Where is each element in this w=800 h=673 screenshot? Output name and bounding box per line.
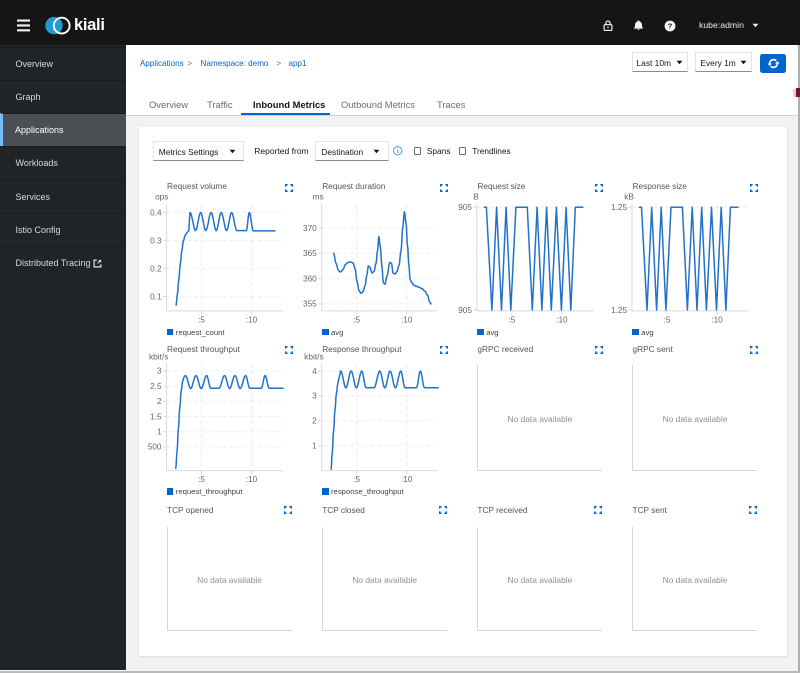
svg-text:0.2: 0.2	[150, 264, 162, 273]
svg-text:370: 370	[303, 224, 317, 233]
svg-text:365: 365	[303, 249, 317, 258]
svg-text:1: 1	[312, 442, 317, 451]
svg-text:355: 355	[303, 300, 317, 309]
svg-text:3: 3	[157, 367, 162, 376]
svg-text:2: 2	[157, 397, 162, 406]
svg-text::10: :10	[246, 475, 258, 484]
svg-text::10: :10	[556, 315, 568, 324]
svg-text:905: 905	[458, 203, 472, 212]
svg-text:2: 2	[312, 417, 317, 426]
svg-text::10: :10	[401, 315, 413, 324]
svg-text:kbit/s: kbit/s	[304, 352, 324, 362]
svg-text::10: :10	[401, 475, 413, 484]
svg-text:0.3: 0.3	[150, 236, 162, 245]
svg-text:ops: ops	[155, 192, 169, 202]
svg-text:kB: kB	[624, 192, 634, 202]
svg-text:1: 1	[157, 428, 162, 437]
svg-text:500: 500	[148, 443, 162, 452]
svg-text:905: 905	[458, 306, 472, 315]
svg-text:?: ?	[667, 22, 672, 31]
svg-text::5: :5	[664, 315, 671, 324]
svg-text:ms: ms	[313, 192, 324, 202]
svg-text::5: :5	[353, 315, 360, 324]
svg-text:3: 3	[312, 392, 317, 401]
svg-text:4: 4	[312, 367, 317, 376]
svg-text:1.5: 1.5	[150, 412, 162, 421]
svg-text::10: :10	[711, 315, 723, 324]
svg-text:2.5: 2.5	[150, 382, 162, 391]
svg-text:0.4: 0.4	[150, 208, 162, 217]
svg-text::5: :5	[508, 315, 515, 324]
svg-text:1.25: 1.25	[611, 203, 627, 212]
svg-text::5: :5	[198, 475, 205, 484]
svg-text::10: :10	[246, 315, 258, 324]
svg-text:kbit/s: kbit/s	[149, 352, 169, 362]
svg-text:360: 360	[303, 274, 317, 283]
svg-text:1.25: 1.25	[611, 306, 627, 315]
svg-text:0.1: 0.1	[150, 293, 162, 302]
svg-text::5: :5	[198, 315, 205, 324]
svg-text::5: :5	[353, 475, 360, 484]
svg-text:B: B	[473, 192, 479, 202]
